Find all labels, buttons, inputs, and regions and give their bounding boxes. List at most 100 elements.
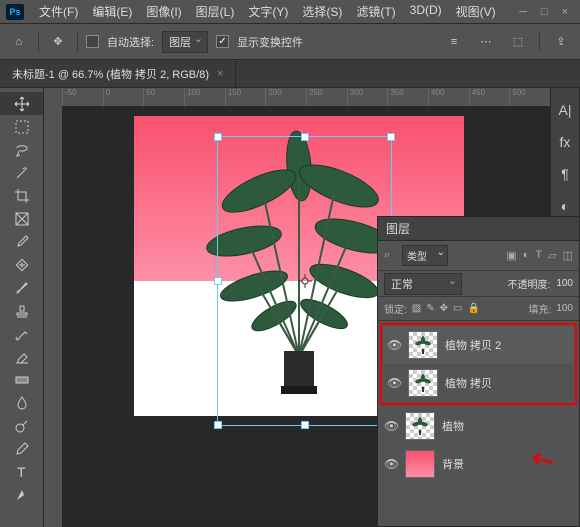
character-icon[interactable]: A| [559, 102, 572, 118]
visibility-icon[interactable]: 👁 [387, 338, 401, 352]
handle-ml[interactable] [214, 277, 222, 285]
menubar: Ps 文件(F)编辑(E)图像(I)图层(L)文字(Y)选择(S)滤镜(T)3D… [0, 0, 580, 24]
marquee-tool[interactable] [0, 115, 43, 138]
path-tool[interactable] [0, 483, 43, 506]
menu-滤镜[interactable]: 滤镜(T) [349, 3, 402, 20]
fill-value[interactable]: 100 [556, 303, 573, 314]
handle-bl[interactable] [214, 421, 222, 429]
document-tab[interactable]: 未标题-1 @ 66.7% (植物 拷贝 2, RGB/8) × [0, 61, 236, 87]
auto-select-label: 自动选择: [107, 34, 154, 50]
lock-icon[interactable]: 🔒 [467, 303, 479, 314]
eraser-tool[interactable] [0, 345, 43, 368]
menu-3D[interactable]: 3D(D) [403, 3, 449, 20]
minimize-icon[interactable]: ─ [519, 6, 527, 18]
filter-pixel-icon[interactable]: ▣ [506, 249, 516, 262]
menu-编辑[interactable]: 编辑(E) [85, 3, 139, 20]
svg-text:T: T [17, 464, 26, 480]
menu-文件[interactable]: 文件(F) [32, 3, 85, 20]
layer-name: 植物 拷贝 [445, 375, 492, 391]
window-controls: ─ □ × [519, 6, 574, 18]
layer-thumb[interactable] [408, 369, 438, 397]
lock-all-icon[interactable]: ▨ [412, 303, 421, 314]
filter-type-icon[interactable]: T [535, 249, 542, 262]
wand-tool[interactable] [0, 161, 43, 184]
stamp-tool[interactable] [0, 299, 43, 322]
ruler-vertical [44, 106, 62, 527]
auto-select-checkbox[interactable] [86, 35, 99, 48]
visibility-icon[interactable]: 👁 [384, 419, 398, 433]
auto-select-dropdown[interactable]: 图层 [162, 31, 208, 53]
visibility-icon[interactable]: 👁 [384, 457, 398, 471]
eyedropper-tool[interactable] [0, 230, 43, 253]
3d-icon[interactable]: ⬚ [507, 31, 529, 53]
tools-panel: T [0, 88, 44, 527]
transform-center[interactable] [298, 274, 312, 288]
show-controls-label: 显示变换控件 [237, 34, 303, 50]
home-icon[interactable]: ⌂ [8, 31, 30, 53]
show-controls-checkbox[interactable] [216, 35, 229, 48]
history-brush-tool[interactable] [0, 322, 43, 345]
panel-title[interactable]: 图层 [378, 217, 579, 241]
options-bar: ⌂ ✥ 自动选择: 图层 显示变换控件 ≡ ⋯ ⬚ ⇪ [0, 24, 580, 60]
filter-smart-icon[interactable]: ◫ [563, 249, 573, 262]
handle-tr[interactable] [387, 133, 395, 141]
crop-tool[interactable] [0, 184, 43, 207]
menu-图像[interactable]: 图像(I) [139, 3, 188, 20]
share-icon[interactable]: ⇪ [550, 31, 572, 53]
layer-row[interactable]: 👁 植物 拷贝 [383, 364, 574, 402]
blend-mode-dropdown[interactable]: 正常 [384, 273, 462, 295]
annotation-highlight: 👁 植物 拷贝 2 👁 植物 拷贝 [380, 323, 577, 405]
menu-视图[interactable]: 视图(V) [449, 3, 503, 20]
type-tool[interactable]: T [0, 460, 43, 483]
fill-label: 填充: [529, 301, 552, 316]
menu-文字[interactable]: 文字(Y) [241, 3, 295, 20]
layer-row[interactable]: 👁 植物 拷贝 2 [383, 326, 574, 364]
more-icon[interactable]: ⋯ [475, 31, 497, 53]
lock-pixels-icon[interactable]: ✎ [426, 303, 434, 314]
styles-icon[interactable]: fx [560, 134, 571, 150]
layer-thumb[interactable] [405, 450, 435, 478]
opacity-label: 不透明度: [508, 276, 551, 291]
layer-thumb[interactable] [405, 412, 435, 440]
gradient-tool[interactable] [0, 368, 43, 391]
brush-tool[interactable] [0, 276, 43, 299]
pen-tool[interactable] [0, 437, 43, 460]
filter-adjust-icon[interactable]: ◐ [523, 249, 530, 262]
visibility-icon[interactable]: 👁 [387, 376, 401, 390]
lock-label: 锁定: [384, 301, 407, 316]
lasso-tool[interactable] [0, 138, 43, 161]
dodge-tool[interactable] [0, 414, 43, 437]
opacity-value[interactable]: 100 [556, 278, 573, 289]
blur-tool[interactable] [0, 391, 43, 414]
filter-shape-icon[interactable]: ▱ [548, 249, 556, 262]
color-icon[interactable]: ◐ [561, 198, 569, 214]
lock-artboard-icon[interactable]: ▭ [453, 303, 462, 314]
layer-thumb[interactable] [408, 331, 438, 359]
frame-tool[interactable] [0, 207, 43, 230]
ps-logo: Ps [6, 4, 24, 20]
layer-name: 植物 拷贝 2 [445, 337, 501, 353]
paragraph-icon[interactable]: ¶ [561, 166, 569, 182]
layer-row[interactable]: 👁 植物 [380, 407, 577, 445]
transform-bounds[interactable] [217, 136, 392, 426]
healing-tool[interactable] [0, 253, 43, 276]
layers-panel: 图层 ⌕ 类型 ▣ ◐ T ▱ ◫ 正常 不透明度: 100 锁定: ▨ ✎ ✥… [377, 216, 580, 527]
ruler-horizontal: -50050100150200250300350400450500 [62, 88, 550, 106]
layer-name: 植物 [442, 418, 464, 434]
handle-tm[interactable] [301, 133, 309, 141]
search-icon[interactable]: ⌕ [384, 249, 396, 262]
filter-type-dropdown[interactable]: 类型 [402, 245, 448, 266]
lock-position-icon[interactable]: ✥ [440, 303, 448, 314]
handle-tl[interactable] [214, 133, 222, 141]
align-icon[interactable]: ≡ [443, 31, 465, 53]
close-icon[interactable]: × [562, 6, 568, 18]
maximize-icon[interactable]: □ [541, 6, 548, 18]
menu-图层[interactable]: 图层(L) [189, 3, 242, 20]
menu-选择[interactable]: 选择(S) [295, 3, 349, 20]
document-tabs: 未标题-1 @ 66.7% (植物 拷贝 2, RGB/8) × [0, 60, 580, 88]
move-tool-icon[interactable]: ✥ [47, 31, 69, 53]
tab-close-icon[interactable]: × [217, 68, 223, 80]
handle-bm[interactable] [301, 421, 309, 429]
move-tool[interactable] [0, 92, 43, 115]
layer-name: 背景 [442, 456, 464, 472]
